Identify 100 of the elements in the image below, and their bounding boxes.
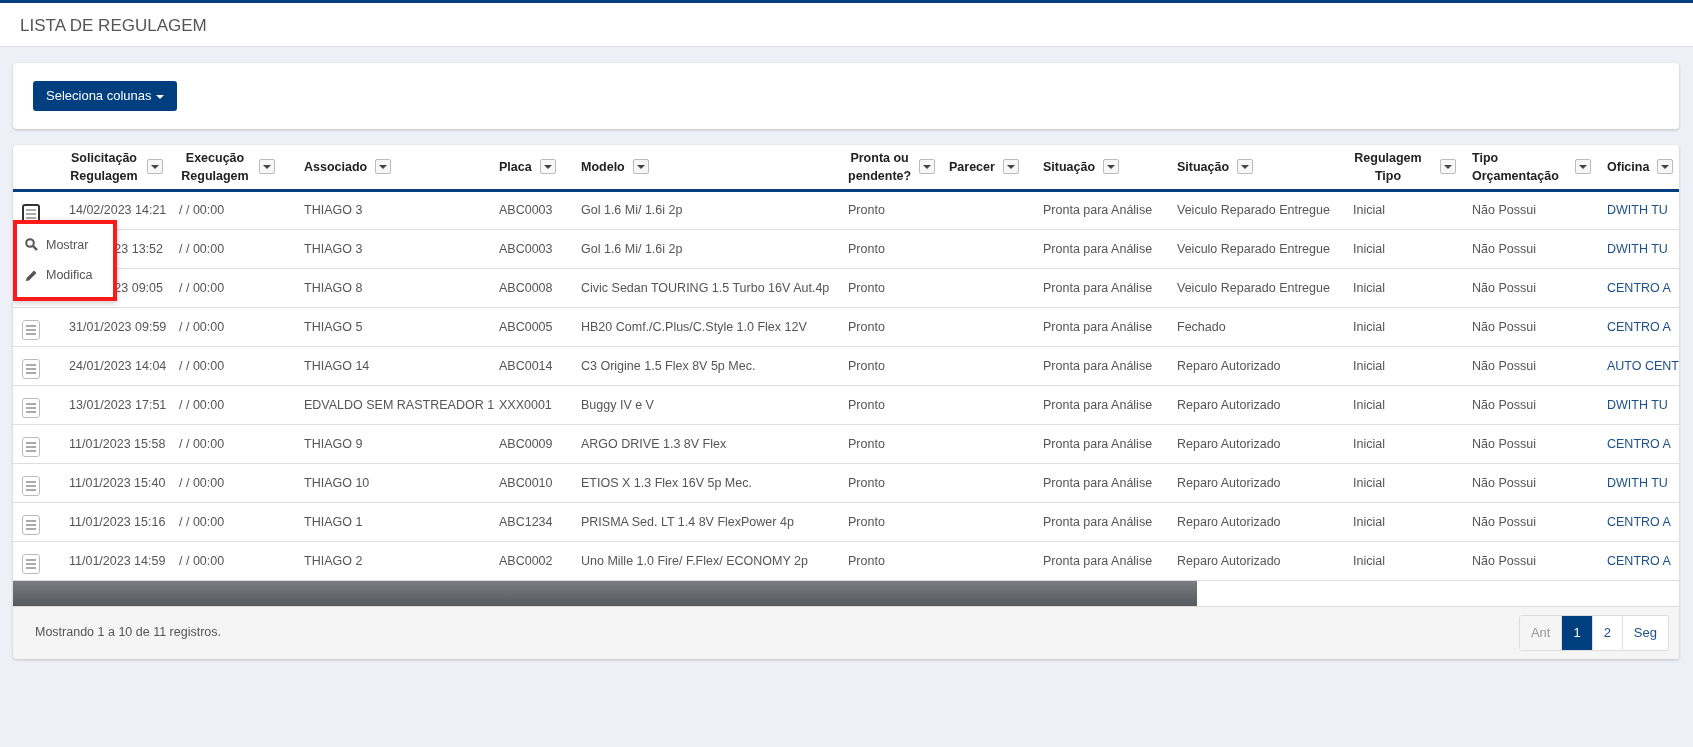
column-header: Tipo Orçamentação (1472, 149, 1560, 185)
table-cell: Inicial (1353, 514, 1385, 529)
table-cell: Inicial (1353, 241, 1385, 256)
table-cell: 31/01/2023 09:59 (69, 319, 167, 334)
table-cell: THIAGO 9 (304, 436, 363, 451)
table-cell: Reparo Autorizado (1177, 358, 1281, 373)
filter-button[interactable] (1002, 159, 1019, 175)
select-columns-button[interactable]: Seleciona colunas (33, 81, 177, 111)
workshop-link[interactable]: CENTRO A (1607, 514, 1671, 529)
table-cell: Reparo Autorizado (1177, 436, 1281, 451)
table-cell: / / 00:00 (179, 203, 225, 218)
table-cell: Não Possui (1472, 436, 1536, 451)
page-link[interactable]: Seg (1621, 616, 1668, 650)
table-cell: Veiculo Reparado Entregue (1177, 280, 1330, 295)
filter-button[interactable] (147, 159, 163, 175)
page-link[interactable]: 2 (1591, 616, 1622, 650)
table-cell: Gol 1.6 Mi/ 1.6i 2p (581, 203, 683, 218)
table-cell: / / 00:00 (179, 514, 225, 529)
scrollbar[interactable] (13, 581, 1197, 606)
table-cell: Pronto (848, 203, 885, 218)
table-cell: Não Possui (1472, 203, 1536, 218)
table-cell: Reparo Autorizado (1177, 553, 1281, 568)
table-cell: Inicial (1353, 475, 1385, 490)
table-cell: / / 00:00 (179, 280, 225, 295)
page-link[interactable]: 1 (1561, 616, 1592, 650)
menu-item[interactable]: Mostrar (23, 229, 107, 261)
filter-button[interactable] (539, 159, 556, 175)
column-header: Execução Regulagem (180, 149, 250, 185)
filter-button[interactable] (1440, 159, 1456, 175)
filter-button[interactable] (919, 159, 936, 175)
table-cell: ABC0005 (499, 319, 553, 334)
column-header: Oficina (1607, 158, 1650, 176)
table-cell: Inicial (1353, 553, 1385, 568)
workshop-link[interactable]: CENTRO A (1607, 553, 1671, 568)
table-cell: THIAGO 5 (304, 319, 363, 334)
table-cell: ABC0010 (499, 475, 553, 490)
filter-button[interactable] (632, 159, 649, 175)
table-cell: Fechado (1177, 319, 1226, 334)
table-cell: Não Possui (1472, 241, 1536, 256)
table-cell: ABC0003 (499, 241, 553, 256)
table-cell: / / 00:00 (179, 358, 225, 373)
column-header: Regulagem Tipo (1353, 149, 1423, 185)
workshop-link[interactable]: CENTRO A (1607, 319, 1671, 334)
table-cell: Uno Mille 1.0 Fire/ F.Flex/ ECONOMY 2p (581, 553, 808, 568)
table-cell: Pronta para Análise (1043, 553, 1153, 568)
filter-button[interactable] (1103, 159, 1120, 175)
table-cell: THIAGO 10 (304, 475, 370, 490)
workshop-link[interactable]: DWITH TU (1607, 397, 1668, 412)
table-cell: ABC0003 (499, 203, 553, 218)
workshop-link[interactable]: CENTRO A (1607, 280, 1671, 295)
table-cell: EDVALDO SEM RASTREADOR 1 (304, 397, 495, 412)
workshop-link[interactable]: DWITH TU (1607, 203, 1668, 218)
table-cell: THIAGO 14 (304, 358, 370, 373)
table-cell: Inicial (1353, 436, 1385, 451)
filter-button[interactable] (1575, 159, 1591, 175)
column-header: Situação (1177, 158, 1230, 176)
filter-button[interactable] (259, 159, 275, 175)
table-cell: 14/02/2023 14:21 (69, 203, 167, 218)
column-header: Associado (304, 158, 368, 176)
table-cell: Não Possui (1472, 397, 1536, 412)
column-header: Solicitação Regulagem (69, 149, 139, 185)
table-cell: ARGO DRIVE 1.3 8V Flex (581, 436, 727, 451)
table-cell: 11/01/2023 15:16 (69, 514, 166, 529)
table-cell: / / 00:00 (179, 475, 225, 490)
table-cell: Inicial (1353, 358, 1385, 373)
column-header: Placa (499, 158, 532, 176)
table-cell: Pronto (848, 475, 885, 490)
search-icon (25, 238, 38, 252)
column-header: Situação (1043, 158, 1096, 176)
table-cell: / / 00:00 (179, 397, 225, 412)
workshop-link[interactable]: DWITH TU (1607, 475, 1668, 490)
table-cell: Pronta para Análise (1043, 319, 1153, 334)
table-cell: Não Possui (1472, 319, 1536, 334)
table-cell: Reparo Autorizado (1177, 475, 1281, 490)
filter-button[interactable] (1237, 159, 1254, 175)
table-cell: 11/01/2023 15:40 (69, 475, 166, 490)
workshop-link[interactable]: DWITH TU (1607, 241, 1668, 256)
records-info: Mostrando 1 a 10 de 11 registros. (35, 624, 221, 642)
pencil-icon (25, 269, 38, 283)
table-cell: Não Possui (1472, 553, 1536, 568)
filter-button[interactable] (1657, 159, 1674, 175)
table-cell: C3 Origine 1.5 Flex 8V 5p Mec. (581, 358, 756, 373)
table-cell: Veiculo Reparado Entregue (1177, 241, 1330, 256)
table-cell: ABC0002 (499, 553, 553, 568)
table-cell: Pronta para Análise (1043, 514, 1153, 529)
table-cell: Pronto (848, 436, 885, 451)
table-cell: Inicial (1353, 280, 1385, 295)
table-cell: Pronto (848, 358, 885, 373)
table-cell: 24/01/2023 14:04 (69, 358, 167, 373)
filter-button[interactable] (375, 159, 392, 175)
workshop-link[interactable]: CENTRO A (1607, 436, 1671, 451)
column-header: Parecer (949, 158, 995, 176)
table-cell: Reparo Autorizado (1177, 514, 1281, 529)
table-cell: Pronto (848, 553, 885, 568)
workshop-link[interactable]: AUTO CENT (1607, 358, 1679, 373)
table-cell: / / 00:00 (179, 241, 225, 256)
table-cell: Pronto (848, 514, 885, 529)
menu-item[interactable]: Modifica (23, 260, 107, 291)
table-cell: Pronto (848, 397, 885, 412)
table-cell: Pronto (848, 319, 885, 334)
